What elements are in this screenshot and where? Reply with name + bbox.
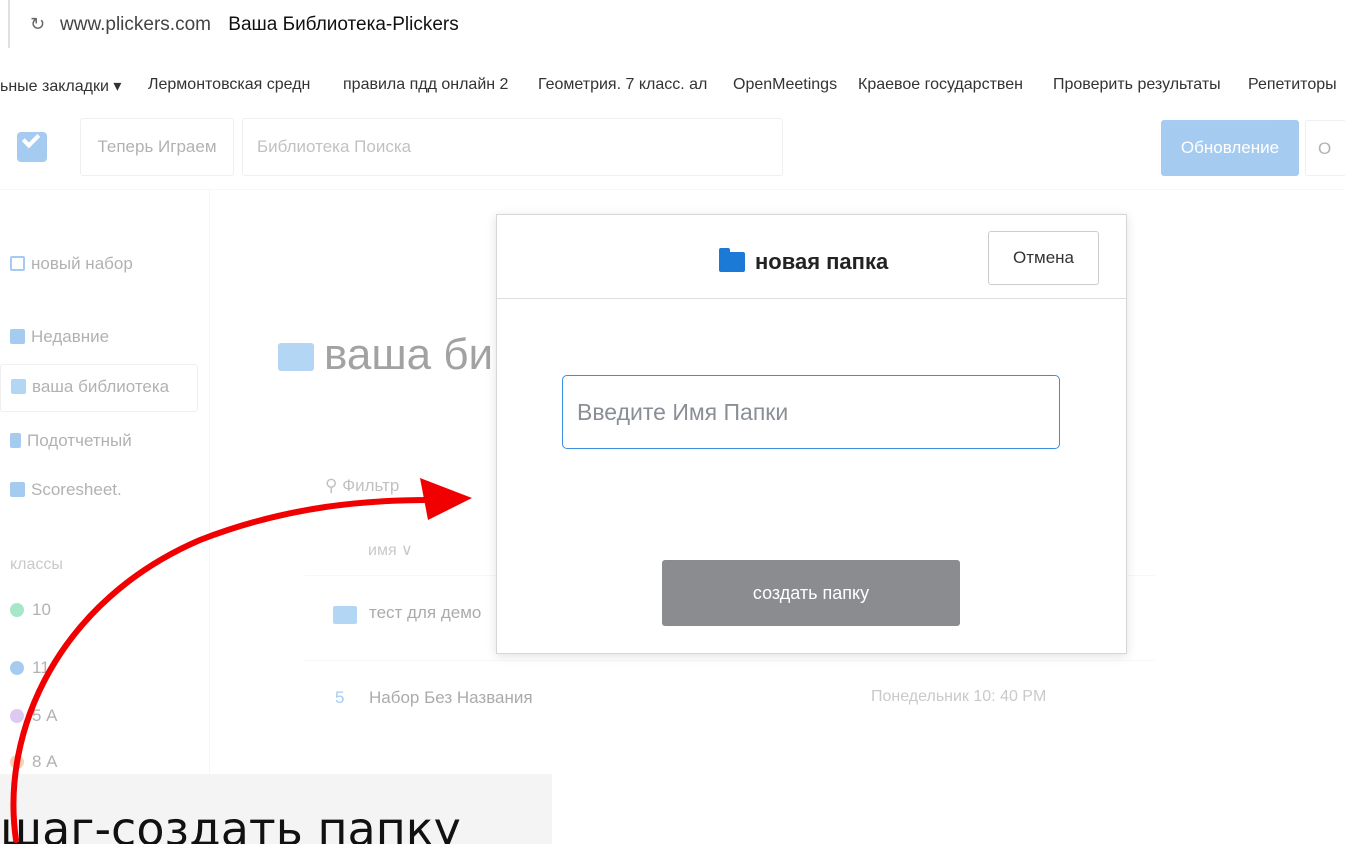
row-count: 5 [335,688,345,707]
row-name: тест для демо [369,603,482,622]
classes-heading: классы [10,556,63,573]
new-folder-dialog: новая папка Отмена создать папку [496,214,1127,654]
caption-text: шаг-создать папку [0,802,461,844]
class-item[interactable]: 5 А [10,706,58,726]
class-color-dot-icon [10,661,24,675]
bookmark-item[interactable]: Геометрия. 7 класс. ал [538,76,707,94]
sidebar-item-label: Недавние [31,327,110,346]
update-button[interactable]: Обновление [1161,120,1299,176]
sidebar-item-label: Подотчетный [27,431,132,450]
sidebar-item-label: Scoresheet. [31,480,122,499]
bookmark-item[interactable]: Проверить результаты [1053,76,1221,94]
sidebar-item-label: новый набор [31,254,133,273]
class-item[interactable]: 11 [10,658,50,678]
create-folder-button[interactable]: создать папку [662,560,960,626]
dialog-header: новая папка Отмена [497,215,1126,299]
sidebar-item-library[interactable]: ваша библиотека [0,364,198,412]
search-icon: ⚲ [325,476,343,495]
header-secondary-button[interactable]: О [1305,120,1345,176]
page-title: ваша би [278,330,493,380]
sidebar-item-reports[interactable]: Подотчетный [10,431,132,451]
row-timestamp: Понедельник 10: 40 PM [871,688,1047,705]
bookmark-item[interactable]: правила пдд онлайн 2 [343,76,508,94]
class-name: 11 [32,658,50,677]
folder-icon [333,606,357,624]
sidebar-item-label: ваша библиотека [32,377,170,396]
folder-icon [11,379,26,394]
filter-input[interactable]: ⚲ Фильтр [325,476,399,496]
class-name: 8 А [32,752,58,771]
clock-icon [10,329,25,344]
sidebar-item-new-set[interactable]: новый набор [10,254,133,274]
report-icon [10,433,21,448]
filter-placeholder: Фильтр [342,476,400,495]
class-item[interactable]: 10 [10,600,51,620]
folder-icon [278,343,314,371]
class-item[interactable]: 8 А [10,752,58,772]
window-edge [8,0,10,48]
bookmark-item[interactable]: Репетиторы [1248,76,1337,94]
class-color-dot-icon [10,755,24,769]
sidebar: новый набор Недавние ваша библиотека Под… [0,190,210,844]
class-color-dot-icon [10,709,24,723]
bookmark-item[interactable]: Лермонтовская средн [148,76,310,94]
class-name: 10 [32,600,51,619]
bookmark-folder[interactable]: ьные закладки ▾ [0,76,121,96]
instruction-caption: шаг-создать папку [0,774,552,844]
class-color-dot-icon [10,603,24,617]
dialog-title: новая папка [719,248,889,275]
class-name: 5 А [32,706,58,725]
dialog-title-text: новая папка [755,249,889,274]
url-domain: www.plickers.com [60,14,211,35]
edit-icon [10,256,25,271]
cancel-button[interactable]: Отмена [988,231,1099,285]
row-name: Набор Без Названия [369,688,533,707]
sidebar-item-scoresheet[interactable]: Scoresheet. [10,480,122,500]
column-header-name[interactable]: имя ∨ [368,540,413,560]
folder-icon [719,248,745,272]
reload-icon[interactable]: ↻ [30,14,45,35]
bookmark-item[interactable]: OpenMeetings [733,76,837,94]
table-row[interactable]: 5 Набор Без Названия Понедельник 10: 40 … [305,660,1155,740]
folder-name-input[interactable] [562,375,1060,449]
app-header: Теперь Играем Библиотека Поиска Обновлен… [0,110,1345,190]
bookmarks-bar: ьные закладки ▾ Лермонтовская средн прав… [0,68,1345,104]
browser-address-bar: ↻ www.plickers.com Ваша Библиотека-Plick… [0,0,1345,58]
sidebar-item-recent[interactable]: Недавние [10,327,109,347]
library-search-input[interactable]: Библиотека Поиска [242,118,783,176]
url-display[interactable]: www.plickers.com Ваша Библиотека-Plicker… [60,14,459,36]
bookmark-item[interactable]: Краевое государствен [858,76,1023,94]
page-title-text: ваша би [324,330,494,379]
now-playing-button[interactable]: Теперь Играем [80,118,234,176]
page-tab-title: Ваша Библиотека-Plickers [228,14,459,35]
grid-icon [10,482,25,497]
